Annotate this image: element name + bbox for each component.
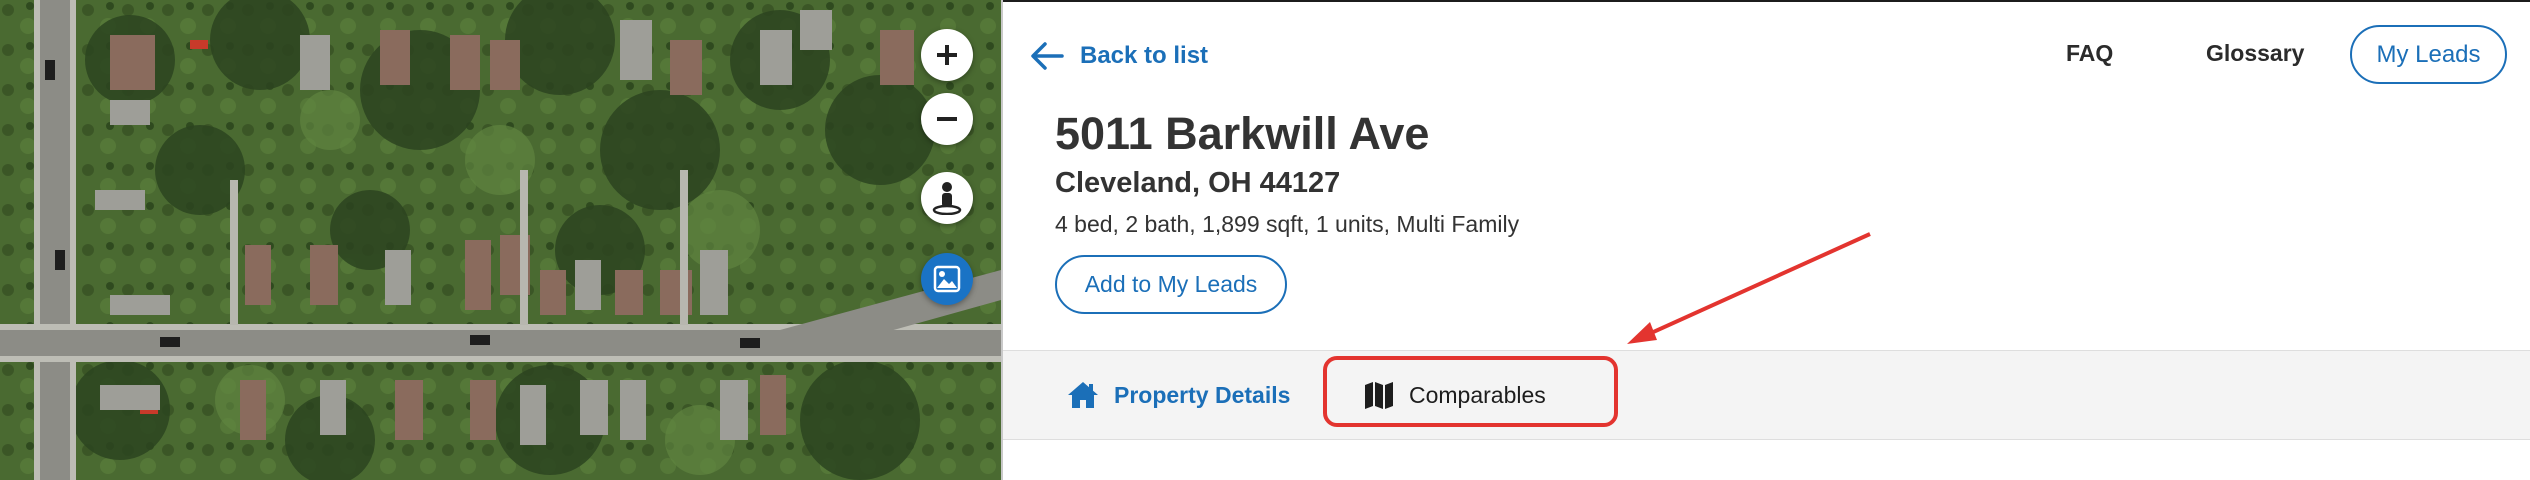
minus-icon: [937, 117, 957, 121]
back-to-list-link[interactable]: Back to list: [1030, 36, 1208, 76]
annotation-highlight-box: [1323, 356, 1618, 427]
aerial-map[interactable]: [0, 0, 1001, 480]
panel-top-border: [1003, 0, 2530, 2]
zoom-in-button[interactable]: [921, 29, 973, 81]
house-icon: [1068, 382, 1098, 408]
tab-property-details-label: Property Details: [1114, 381, 1291, 408]
tab-bar: Property Details Comparables: [1003, 350, 2530, 440]
property-city-state-zip: Cleveland, OH 44127: [1055, 167, 1341, 199]
imagery-layer-button[interactable]: [921, 253, 973, 305]
aerial-imagery: [0, 0, 1001, 480]
glossary-link[interactable]: Glossary: [2206, 40, 2304, 67]
property-summary: 4 bed, 2 bath, 1,899 sqft, 1 units, Mult…: [1055, 211, 1520, 237]
tab-property-details[interactable]: Property Details: [1066, 351, 1290, 439]
back-to-list-label: Back to list: [1080, 42, 1209, 69]
arrow-left-icon: [1031, 42, 1064, 70]
zoom-out-button[interactable]: [921, 93, 973, 145]
faq-link[interactable]: FAQ: [2066, 40, 2113, 67]
property-address: 5011 Barkwill Ave: [1055, 108, 1430, 159]
my-leads-button[interactable]: My Leads: [2350, 25, 2507, 84]
image-layer-icon: [933, 265, 961, 293]
plus-icon: [937, 45, 957, 65]
pegman-icon: [932, 182, 962, 215]
street-view-button[interactable]: [921, 172, 973, 224]
add-to-my-leads-button[interactable]: Add to My Leads: [1055, 255, 1287, 314]
